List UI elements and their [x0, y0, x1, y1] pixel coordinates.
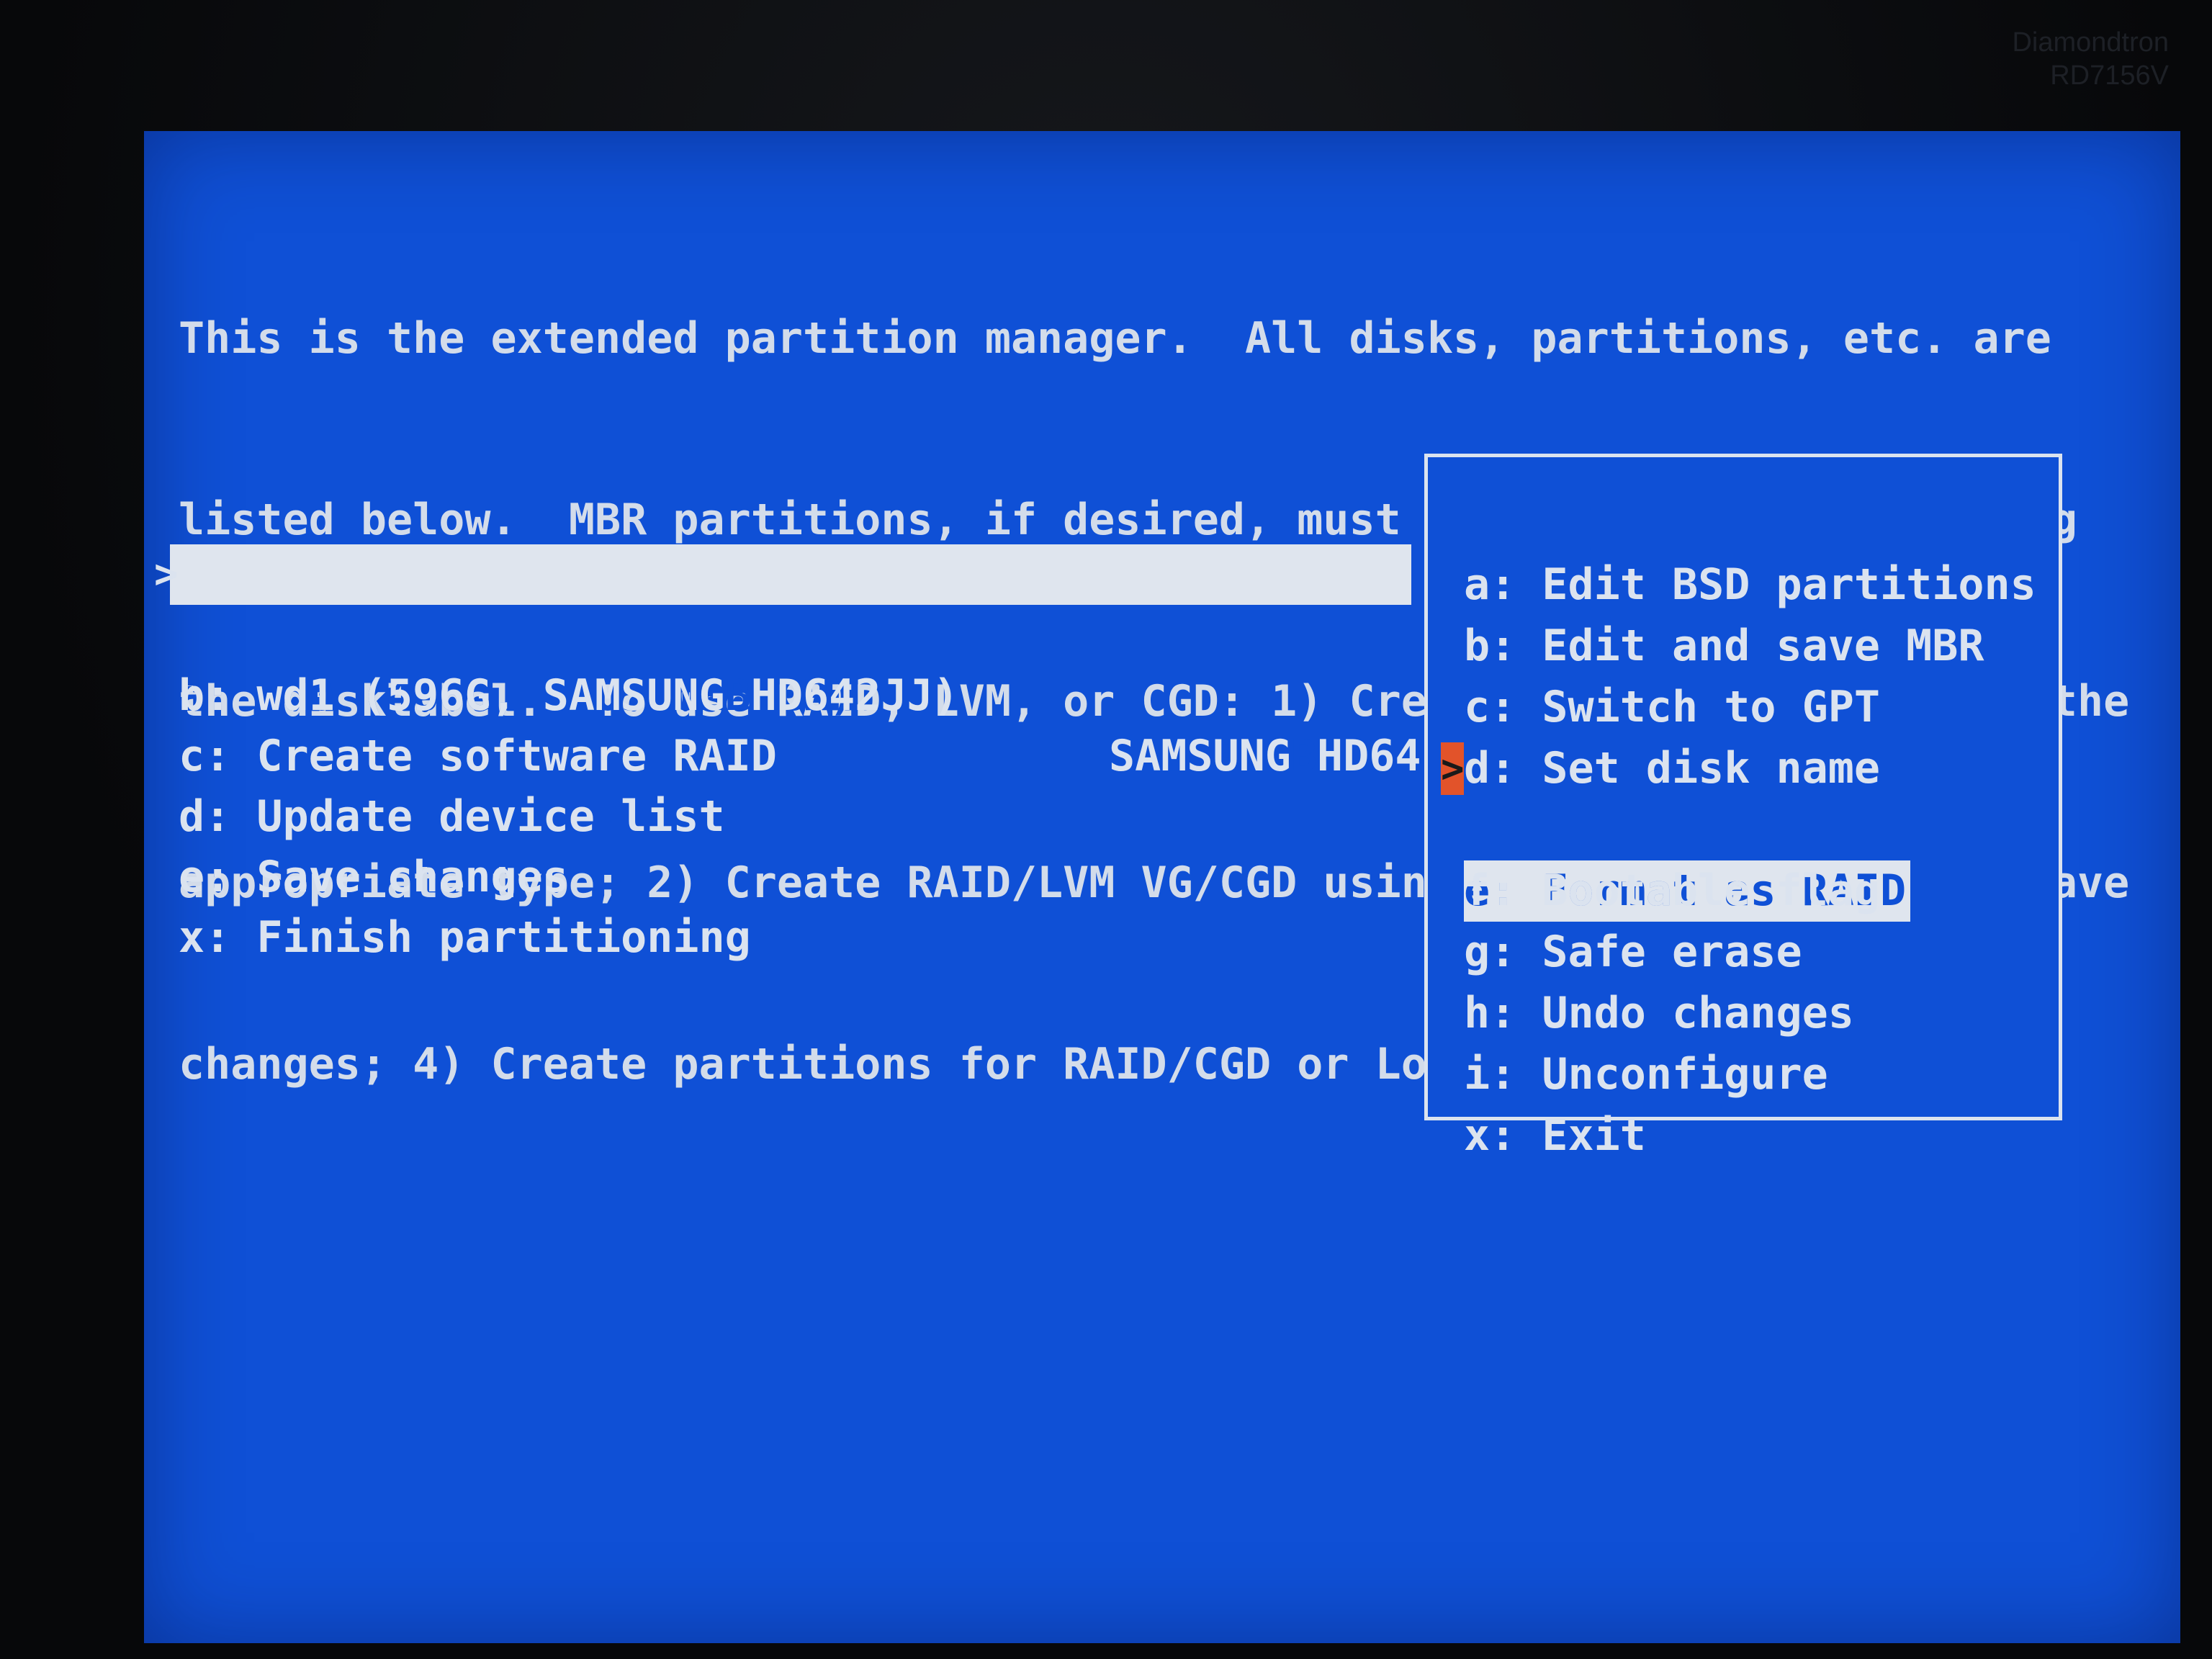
disk-menu-item-update-list[interactable]: d: Update device list	[144, 726, 1411, 842]
disk-menu-item-wd0[interactable]: > a: wd0 (466G, MB0500EBNCR) MB0500EBNCR	[154, 544, 1411, 781]
monitor-brand-line2: RD7156V	[2050, 60, 2169, 91]
disk-menu-item-label: x: Finish partitioning	[179, 912, 751, 963]
popup-item-switch-gpt[interactable]: c: Switch to GPT	[1428, 616, 2059, 732]
disk-menu-item-finish[interactable]: x: Finish partitioning	[144, 847, 1411, 963]
disk-menu-item-wd1[interactable]: b: wd1 (596G, SAMSUNG HD642JJ) SAMSUNG H…	[144, 605, 1421, 781]
disk-menu: > a: wd0 (466G, MB0500EBNCR) MB0500EBNCR…	[144, 544, 1421, 963]
popup-item-unconfigure[interactable]: i: Unconfigure	[1428, 983, 2059, 1100]
popup-item-format-raid[interactable]: > e: Format as RAID	[1428, 738, 2059, 922]
terminal-screen: This is the extended partition manager. …	[144, 131, 2180, 1643]
disk-menu-item-save[interactable]: e: Save changes	[144, 786, 1411, 902]
monitor-brand: Diamondtron RD7156V	[2012, 26, 2169, 92]
popup-menu: a: Edit BSD partitions b: Edit and save …	[1428, 493, 2059, 1161]
popup-item-set-name[interactable]: d: Set disk name	[1428, 677, 2059, 793]
popup-item-label: x: Exit	[1464, 1110, 1646, 1161]
popup-item-edit-bsd[interactable]: a: Edit BSD partitions	[1428, 493, 2059, 610]
popup-item-undo[interactable]: h: Undo changes	[1428, 922, 2059, 1038]
popup-item-exit[interactable]: x: Exit	[1428, 1044, 2059, 1161]
popup-item-edit-mbr[interactable]: b: Edit and save MBR	[1428, 554, 2059, 671]
disk-menu-item-create-raid[interactable]: c: Create software RAID	[144, 665, 1411, 781]
intro-line: This is the extended partition manager. …	[179, 313, 2051, 364]
menu-cursor-icon: >	[154, 551, 179, 598]
popup-item-bootable[interactable]: f: Bootable flag	[1428, 799, 2059, 916]
disk-action-popup: a: Edit BSD partitions b: Edit and save …	[1424, 454, 2062, 1161]
popup-item-safe-erase[interactable]: g: Safe erase	[1428, 860, 2059, 977]
monitor-brand-line1: Diamondtron	[2012, 27, 2169, 58]
menu-cursor-icon: >	[1441, 742, 1465, 795]
